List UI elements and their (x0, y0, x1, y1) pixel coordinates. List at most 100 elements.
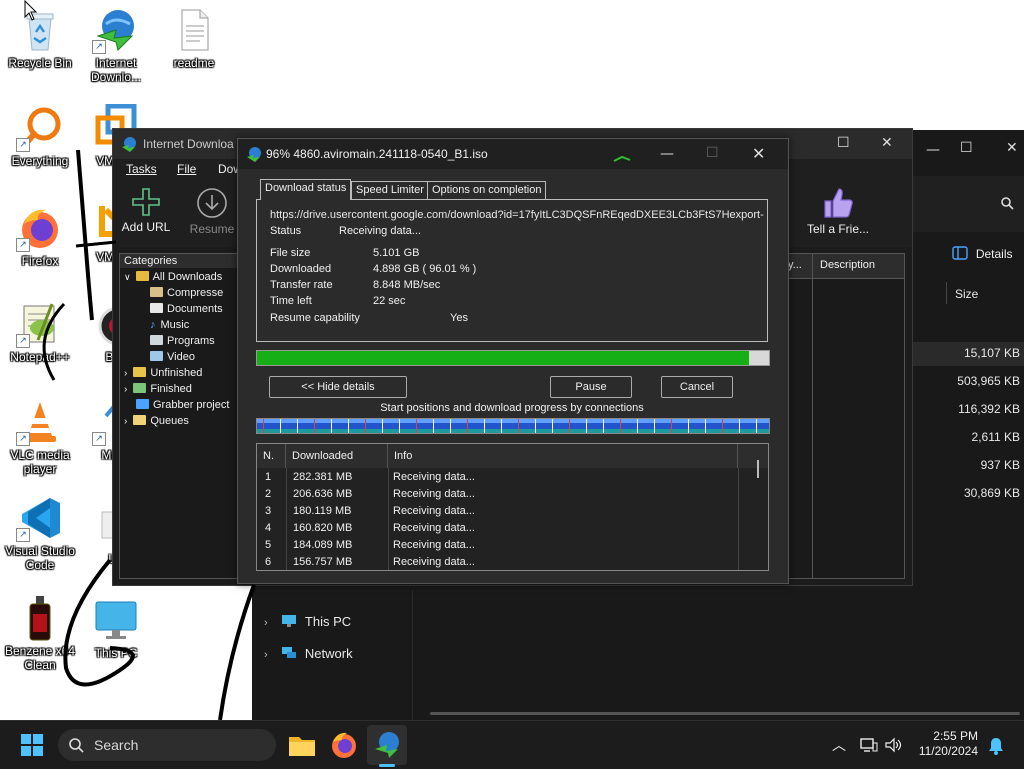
shortcut-arrow-icon: ↗ (16, 238, 30, 252)
taskbar-search-box[interactable]: Search (58, 729, 276, 761)
desktop-icon-label: Notepad++ (10, 350, 70, 364)
category-label: Grabber project (153, 399, 230, 411)
connection-tick (331, 419, 332, 433)
category-programs[interactable]: Programs (150, 335, 215, 347)
details-label: Details (975, 247, 1013, 261)
connection-tick (756, 419, 757, 433)
chevron-right-icon: › (124, 416, 128, 427)
details-view-button[interactable]: Details (952, 246, 1013, 261)
connection-tick (399, 419, 400, 433)
connections-table[interactable]: N. Downloaded Info 1 282.381 MB Receiving … (256, 443, 769, 571)
column-number[interactable]: N. (257, 444, 286, 468)
category-label: Music (160, 319, 190, 331)
taskbar-clock[interactable]: 2:55 PM 11/20/2024 (919, 729, 978, 759)
dialog-titlebar[interactable]: 96% 4860.aviromain.241118-0540_B1.iso — … (238, 139, 788, 169)
column-downloaded[interactable]: Downloaded (286, 444, 388, 468)
connection-tick (501, 419, 502, 433)
connection-tick (586, 419, 587, 433)
nav-item-network[interactable]: › Network (264, 646, 353, 661)
connections-caption: Start positions and download progress by… (380, 402, 644, 414)
maximize-icon[interactable]: ☐ (837, 135, 850, 151)
size-column-header[interactable]: Size (955, 287, 978, 301)
close-icon[interactable]: ✕ (752, 144, 765, 163)
search-icon[interactable] (1000, 196, 1014, 210)
nav-item-this-pc[interactable]: › This PC (264, 614, 351, 629)
desktop-icon-recycle-bin[interactable]: Recycle Bin (2, 6, 78, 70)
desktop-icon-benzene[interactable]: Benzene x64 Clean (2, 594, 78, 672)
category-music[interactable]: ♪ Music (150, 319, 189, 331)
cancel-button[interactable]: Cancel (661, 376, 733, 398)
volume-icon[interactable] (884, 737, 902, 753)
download-arrow-icon (197, 188, 227, 218)
desktop-icon-everything[interactable]: ↗ Everything (2, 104, 78, 168)
category-label: All Downloads (152, 271, 223, 283)
close-icon[interactable]: ✕ (1006, 140, 1018, 156)
notification-bell-icon[interactable] (988, 737, 1004, 755)
add-url-button[interactable]: Add URL (121, 187, 171, 234)
category-documents[interactable]: Documents (150, 303, 223, 315)
category-video[interactable]: Video (150, 351, 195, 363)
idm-app-icon (247, 147, 261, 162)
network-icon[interactable] (860, 737, 878, 753)
category-unfinished[interactable]: › Unfinished (124, 367, 202, 379)
category-compressed[interactable]: Compresse (150, 287, 223, 299)
downloaded-value: 4.898 GB ( 96.01 % ) (373, 263, 477, 275)
connection-tick (263, 419, 264, 433)
finished-folder-icon (133, 383, 147, 393)
music-note-icon: ♪ (150, 319, 156, 331)
desktop-icon-label: Internet Downlo... (90, 56, 142, 84)
desktop-icon-label: Everything (11, 154, 69, 168)
pause-button[interactable]: Pause (550, 376, 632, 398)
category-label: Queues (150, 415, 189, 427)
menu-tasks[interactable]: Tasks (126, 162, 157, 176)
menu-file[interactable]: File (177, 162, 196, 176)
desktop-icon-vlc[interactable]: ↗ VLC media player (2, 398, 78, 476)
column-info[interactable]: Info (388, 444, 738, 468)
category-queues[interactable]: › Queues (124, 415, 189, 427)
start-button[interactable] (12, 725, 52, 765)
tab-options-on-completion[interactable]: Options on completion (427, 181, 547, 199)
progress-flag-icon (613, 155, 631, 162)
search-icon (69, 738, 84, 753)
desktop-icon-vscode[interactable]: ↗ Visual Studio Code (2, 494, 78, 572)
chevron-up-icon[interactable]: ︿ (832, 735, 846, 755)
table-row: 3 180.119 MB Receiving data... (265, 505, 475, 517)
benzene-bottle-icon (16, 594, 64, 642)
taskbar-file-explorer[interactable] (282, 725, 322, 765)
firefox-icon (332, 732, 356, 758)
resume-button[interactable]: Resume (187, 187, 237, 236)
desktop-icon-readme[interactable]: readme (156, 6, 232, 70)
idm-title: Internet Downloa (143, 137, 234, 151)
desktop-icon-notepadpp[interactable]: ↗ Notepad++ (2, 300, 78, 364)
maximize-icon[interactable]: ☐ (960, 140, 973, 156)
column-partial-header[interactable]: y... (788, 259, 802, 271)
chevron-down-icon: ∨ (124, 272, 131, 282)
minimize-icon[interactable]: — (926, 142, 940, 158)
taskbar-firefox[interactable] (324, 725, 364, 765)
download-progress-dialog[interactable]: 96% 4860.aviromain.241118-0540_B1.iso — … (237, 138, 789, 584)
category-all-downloads[interactable]: ∨ All Downloads (124, 271, 222, 283)
hide-details-button[interactable]: << Hide details (269, 376, 407, 398)
shortcut-arrow-icon: ↗ (92, 40, 106, 54)
desktop-icon-idm[interactable]: ↗ Internet Downlo... (78, 6, 154, 84)
maximize-icon: ☐ (706, 145, 719, 161)
description-column-header[interactable]: Description (820, 259, 875, 271)
horizontal-scrollbar[interactable] (430, 712, 1020, 715)
categories-header: Categories (120, 254, 240, 268)
tab-download-status[interactable]: Download status (260, 179, 352, 200)
category-grabber-project[interactable]: Grabber project (136, 399, 229, 411)
desktop-icon-firefox[interactable]: ↗ Firefox (2, 204, 78, 268)
file-size-value: 5.101 GB (373, 247, 420, 259)
download-list[interactable]: y... Description (783, 253, 905, 579)
desktop-icon-label: This PC (94, 646, 138, 660)
close-icon[interactable]: ✕ (881, 135, 893, 151)
vertical-scrollbar[interactable] (757, 460, 759, 478)
tell-a-friend-button[interactable]: Tell a Frie... (803, 187, 873, 236)
minimize-icon[interactable]: — (660, 146, 674, 162)
document-icon (150, 303, 163, 313)
taskbar-idm[interactable] (367, 725, 407, 767)
desktop-icon-this-pc[interactable]: This PC (78, 596, 154, 660)
category-finished[interactable]: › Finished (124, 383, 192, 395)
tab-speed-limiter[interactable]: Speed Limiter (351, 181, 429, 199)
downloaded-label: Downloaded (270, 263, 332, 275)
